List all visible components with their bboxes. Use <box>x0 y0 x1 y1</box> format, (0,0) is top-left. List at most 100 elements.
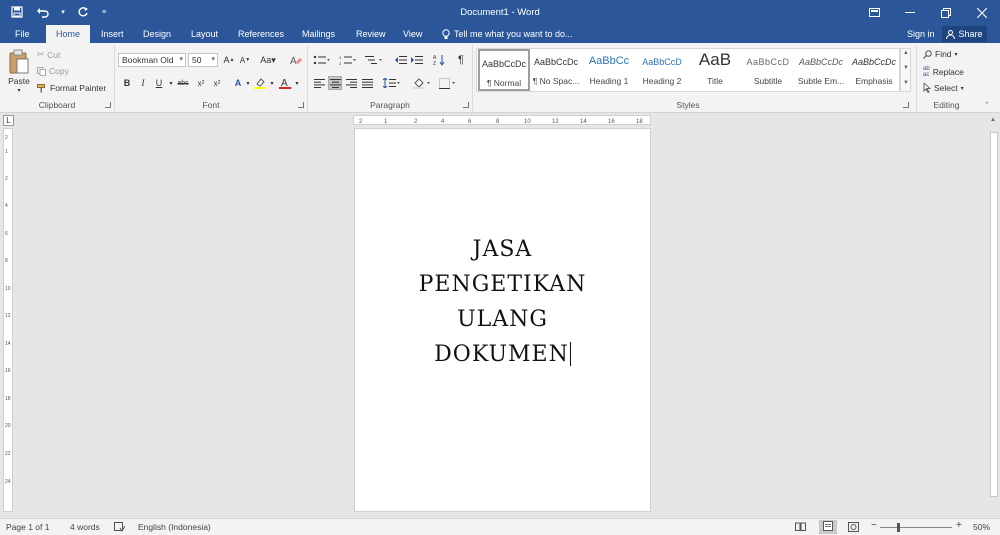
close-icon[interactable] <box>964 0 1000 25</box>
ruler-tick-label: 12 <box>552 119 559 124</box>
zoom-slider-thumb[interactable] <box>897 523 900 532</box>
dialog-launcher-icon[interactable] <box>463 102 469 108</box>
chevron-up-icon[interactable]: ▲ <box>903 50 909 56</box>
tab-layout[interactable]: Layout <box>185 25 224 43</box>
document-line[interactable]: ULANG <box>355 302 650 337</box>
copy-button[interactable]: Copy <box>37 66 69 76</box>
shading-icon[interactable] <box>412 76 432 90</box>
chevron-down-icon[interactable]: ▾ <box>290 76 304 90</box>
style-normal[interactable]: AaBbCcDc ¶ Normal <box>478 49 530 91</box>
increase-indent-icon[interactable] <box>410 53 424 67</box>
minimize-icon[interactable] <box>892 0 928 25</box>
sign-in-link[interactable]: Sign in <box>907 25 935 43</box>
decrease-indent-icon[interactable] <box>394 53 408 67</box>
subscript-icon[interactable]: x2 <box>194 76 208 90</box>
chevron-down-icon[interactable]: ▼ <box>903 65 909 71</box>
style-name: Title <box>707 76 723 86</box>
zoom-slider[interactable] <box>880 527 952 528</box>
document-line[interactable]: DOKUMEN <box>434 342 569 367</box>
tab-selector[interactable]: L <box>3 115 14 126</box>
cut-button[interactable]: ✂ Cut <box>37 49 60 60</box>
select-button[interactable]: Select ▾ <box>923 83 964 93</box>
vertical-ruler[interactable]: 2 1 2 4 6 8 10 12 14 16 18 20 22 24 <box>3 128 13 512</box>
document-line[interactable]: JASA <box>355 232 650 267</box>
horizontal-ruler[interactable]: 2 1 2 4 6 8 10 12 14 16 18 <box>353 115 651 125</box>
align-right-icon[interactable] <box>344 76 358 90</box>
sort-icon[interactable]: AZ <box>432 53 446 67</box>
strikethrough-icon[interactable]: abc <box>176 76 190 90</box>
collapse-ribbon-icon[interactable]: ⌃ <box>984 101 990 109</box>
chevron-down-icon[interactable]: ▾ <box>265 76 279 90</box>
zoom-out-icon[interactable]: − <box>871 520 877 531</box>
align-center-icon[interactable] <box>328 76 342 90</box>
tab-view[interactable]: View <box>397 25 428 43</box>
web-layout-icon[interactable] <box>848 522 859 534</box>
word-count[interactable]: 4 words <box>70 522 100 532</box>
format-painter-label: Format Painter <box>50 83 107 93</box>
styles-gallery: AaBbCcDc ¶ Normal AaBbCcDc ¶ No Spac... … <box>476 48 900 92</box>
italic-icon[interactable]: I <box>136 76 150 90</box>
find-button[interactable]: Find ▾ <box>923 49 958 59</box>
zoom-in-icon[interactable]: + <box>956 520 962 531</box>
justify-icon[interactable] <box>360 76 374 90</box>
dialog-launcher-icon[interactable] <box>903 102 909 108</box>
scroll-up-icon[interactable]: ▲ <box>990 117 996 123</box>
print-layout-icon[interactable] <box>819 520 837 534</box>
numbering-icon[interactable]: 12 <box>338 53 358 67</box>
style-heading-1[interactable]: AaBbCc Heading 1 <box>583 49 635 91</box>
multilevel-list-icon[interactable] <box>364 53 384 67</box>
svg-text:Z: Z <box>433 61 436 66</box>
page-count[interactable]: Page 1 of 1 <box>6 522 49 532</box>
font-size-select[interactable]: 50 ▾ <box>188 53 218 67</box>
grow-font-icon[interactable]: A ▲ <box>222 53 236 67</box>
ruler-tick-label: 18 <box>5 396 11 402</box>
style-subtitle[interactable]: AaBbCcD Subtitle <box>742 49 794 91</box>
tab-insert[interactable]: Insert <box>95 25 130 43</box>
tell-me-box[interactable]: Tell me what you want to do... <box>442 25 573 43</box>
superscript-icon[interactable]: x2 <box>210 76 224 90</box>
style-title[interactable]: AaB Title <box>689 49 741 91</box>
share-button[interactable]: Share <box>942 26 987 42</box>
ruler-tick-label: 18 <box>636 119 643 124</box>
document-line[interactable]: PENGETIKAN <box>355 267 650 302</box>
tab-file[interactable]: File <box>9 25 36 43</box>
bold-icon[interactable]: B <box>120 76 134 90</box>
dialog-launcher-icon[interactable] <box>298 102 304 108</box>
font-name-select[interactable]: Bookman Old ▾ <box>118 53 186 67</box>
tab-references[interactable]: References <box>232 25 290 43</box>
tab-home[interactable]: Home <box>46 25 90 43</box>
shrink-font-icon[interactable]: A ▼ <box>238 53 252 67</box>
format-painter-button[interactable]: Format Painter <box>37 83 106 93</box>
clear-formatting-icon[interactable]: A <box>289 53 303 67</box>
ribbon-display-options-icon[interactable] <box>856 0 892 25</box>
styles-scroll[interactable]: ▲ ▼ ▼ <box>900 48 911 92</box>
chevron-down-icon: ▾ <box>17 88 21 94</box>
vertical-scrollbar[interactable]: ▲ <box>988 114 1000 518</box>
language-indicator[interactable]: English (Indonesia) <box>138 522 211 532</box>
change-case-icon[interactable]: Aa▾ <box>257 53 279 67</box>
replace-button[interactable]: ab ac Replace <box>923 66 964 78</box>
document-body[interactable]: JASA PENGETIKAN ULANG DOKUMEN <box>355 232 650 372</box>
read-mode-icon[interactable] <box>795 522 806 533</box>
bullets-icon[interactable] <box>312 53 332 67</box>
zoom-level[interactable]: 50% <box>973 522 990 532</box>
proofing-icon[interactable] <box>114 522 126 534</box>
tab-review[interactable]: Review <box>350 25 392 43</box>
show-formatting-marks-icon[interactable]: ¶ <box>454 53 468 67</box>
scroll-thumb[interactable] <box>990 132 998 497</box>
line-spacing-icon[interactable] <box>382 76 402 90</box>
restore-icon[interactable] <box>928 0 964 25</box>
align-left-icon[interactable] <box>312 76 326 90</box>
tab-mailings[interactable]: Mailings <box>296 25 341 43</box>
ruler-tick-label: 14 <box>580 119 587 124</box>
style-emphasis[interactable]: AaBbCcDc Emphasis <box>848 49 900 91</box>
style-no-spacing[interactable]: AaBbCcDc ¶ No Spac... <box>530 49 582 91</box>
more-styles-icon[interactable]: ▼ <box>903 80 909 86</box>
style-heading-2[interactable]: AaBbCcD Heading 2 <box>636 49 688 91</box>
document-page[interactable]: JASA PENGETIKAN ULANG DOKUMEN <box>354 128 651 512</box>
style-subtle-emphasis[interactable]: AaBbCcDc Subtle Em... <box>795 49 847 91</box>
borders-icon[interactable] <box>438 76 458 90</box>
paste-button[interactable]: Paste ▾ <box>6 49 32 99</box>
tab-design[interactable]: Design <box>137 25 177 43</box>
dialog-launcher-icon[interactable] <box>105 102 111 108</box>
